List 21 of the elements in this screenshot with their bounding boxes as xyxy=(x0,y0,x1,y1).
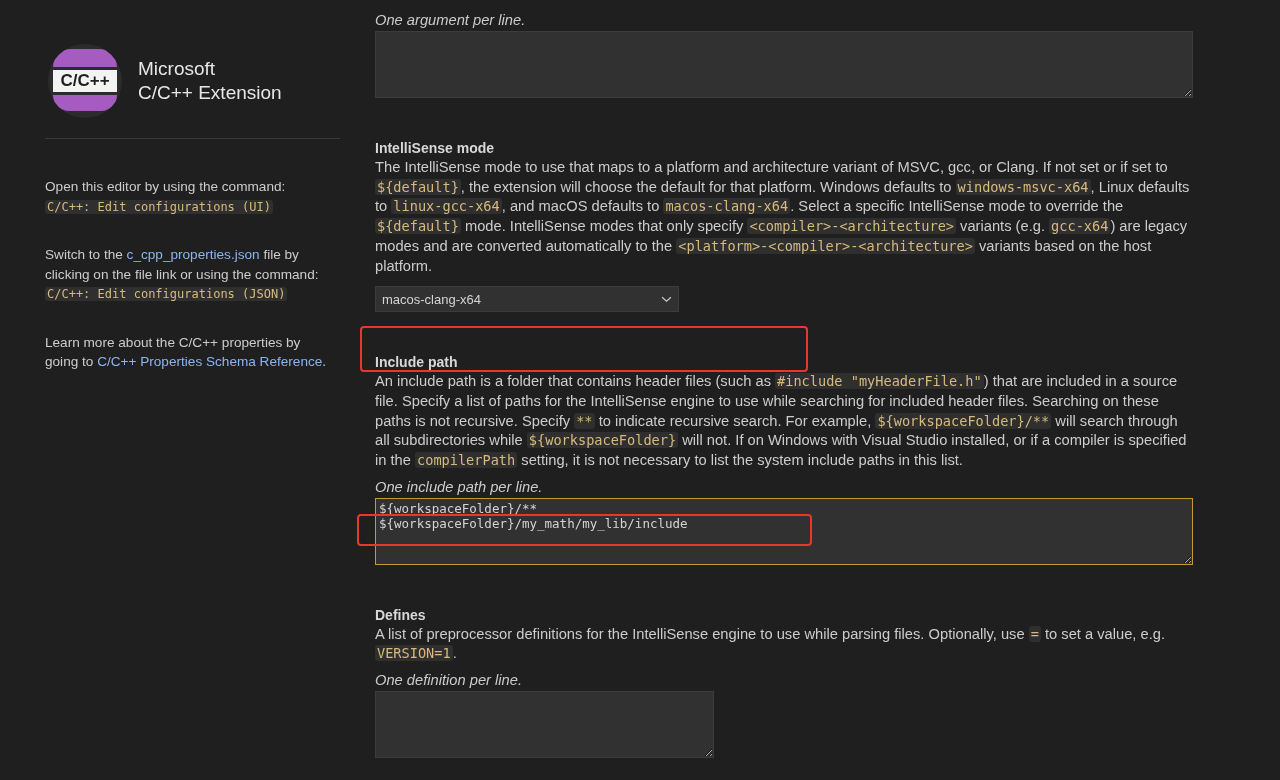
extension-title: C/C++ Extension xyxy=(138,81,282,105)
chevron-icon xyxy=(661,295,672,303)
setting-description: An include path is a folder that contains header files (such as #include "myHeaderFile.h") that are included in a source file. Specify a list of paths for the IntelliSense engine to use while searching for included header files. Searching on these paths is not recursive. Specify ** to indicate recursive search. For example, ${workspaceFolder}/** will search through all subdirectories while ${workspaceFolder} will not. If on Windows with Visual Studio installed, or if a compiler is specified in the compilerPath setting, it is not necessary to list the system include paths in this list. xyxy=(375,372,1188,471)
field-hint: One include path per line. xyxy=(375,478,544,495)
help-text: Learn more about the C/C++ properties by going to C/C++ Properties Schema Reference. xyxy=(45,333,328,371)
text-area[interactable] xyxy=(375,691,714,759)
field-hint: One definition per line. xyxy=(375,672,523,689)
setting-description: The IntelliSense mode to use that maps to a platform and architecture variant of MSVC, gcc, or Clang. If not set or if set to ${default}, the extension will choose the default for that platform. Windows defaults to windows-msvc-x64, Linux defaults to linux-gcc-x64, and macOS defaults to macos-clang-x64. Select a specific IntelliSense mode to override the ${default} mode. IntelliSense modes that only specify <compiler>-<architecture> variants (e.g. gcc-x64) are legacy modes and are converted automatically to the <platform>-<compiler>-<architecture> variants based on the host platform. xyxy=(375,158,1191,276)
link[interactable]: c_cpp_properties.json xyxy=(126,247,260,262)
setting-description: A list of preprocessor definitions for the IntelliSense engine to use while parsing files. Optionally, use = to set a value, e.g. VERSION=1. xyxy=(375,624,1166,664)
logo-icon: C/C++ xyxy=(48,44,122,118)
text-area[interactable] xyxy=(375,31,1193,98)
help-text: Switch to the c_cpp_properties.json file by clicking on the file link or using the command: C/C++: Edit configurations (JSON) xyxy=(45,246,320,303)
help-text: Open this editor by using the command: C/C++: Edit configurations (UI) xyxy=(45,178,287,216)
mode-dropdown[interactable]: macos-clang-x64 xyxy=(375,286,679,313)
setting-title: Include path xyxy=(375,353,459,373)
extension-title: Microsoft xyxy=(138,57,217,81)
setting-title: Defines xyxy=(375,605,427,625)
text-area[interactable]: ${workspaceFolder}/** ${workspaceFolder}/my_math/my_lib/include xyxy=(375,497,1193,565)
setting-title: IntelliSense mode xyxy=(375,139,496,158)
field-hint: One argument per line. xyxy=(375,12,527,28)
